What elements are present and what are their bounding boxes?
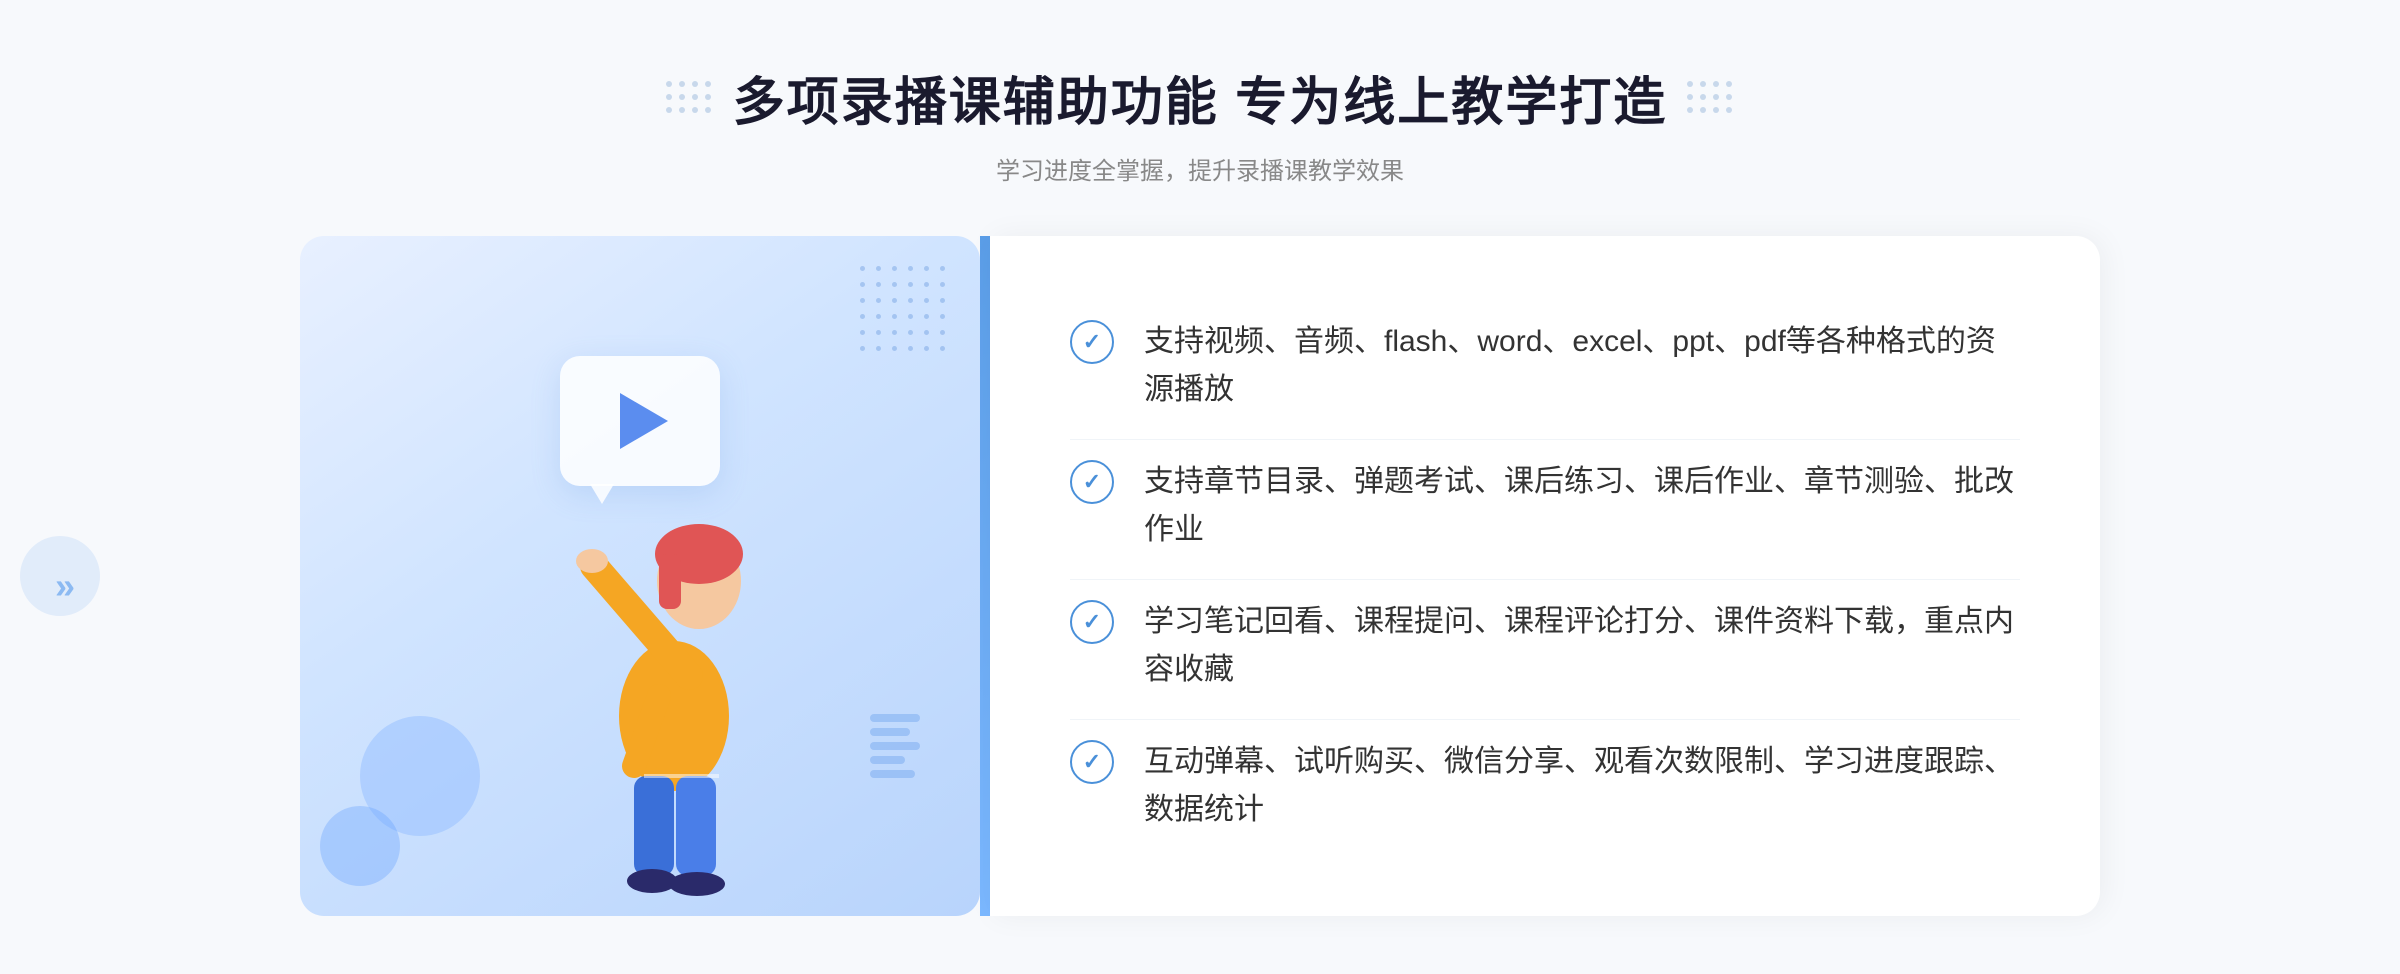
check-icon-1: ✓ — [1070, 320, 1114, 364]
feature-text-4: 互动弹幕、试听购买、微信分享、观看次数限制、学习进度跟踪、数据统计 — [1144, 738, 2020, 834]
feature-item-4: ✓ 互动弹幕、试听购买、微信分享、观看次数限制、学习进度跟踪、数据统计 — [1070, 719, 2020, 852]
title-deco-left — [666, 81, 713, 115]
feature-text-1: 支持视频、音频、flash、word、excel、ppt、pdf等各种格式的资源… — [1144, 318, 2020, 414]
feature-text-3: 学习笔记回看、课程提问、课程评论打分、课件资料下载，重点内容收藏 — [1144, 598, 2020, 694]
check-icon-3: ✓ — [1070, 600, 1114, 644]
figure-illustration — [504, 436, 844, 916]
feature-item-2: ✓ 支持章节目录、弹题考试、课后练习、课后作业、章节测验、批改作业 — [1070, 439, 2020, 572]
header-section: 多项录播课辅助功能 专为线上教学打造 学习进度全掌握，提升录播课教学效果 — [666, 60, 1734, 186]
features-card: ✓ 支持视频、音频、flash、word、excel、ppt、pdf等各种格式的… — [990, 236, 2100, 916]
feature-item-1: ✓ 支持视频、音频、flash、word、excel、ppt、pdf等各种格式的… — [1070, 300, 2020, 432]
check-icon-4: ✓ — [1070, 740, 1114, 784]
feature-text-2: 支持章节目录、弹题考试、课后练习、课后作业、章节测验、批改作业 — [1144, 458, 2020, 554]
main-content: ✓ 支持视频、音频、flash、word、excel、ppt、pdf等各种格式的… — [300, 236, 2100, 916]
lines-deco — [870, 696, 920, 796]
page-subtitle: 学习进度全掌握，提升录播课教学效果 — [666, 151, 1734, 186]
title-row: 多项录播课辅助功能 专为线上教学打造 — [666, 60, 1734, 135]
circle-deco-2 — [320, 806, 400, 886]
check-icon-2: ✓ — [1070, 460, 1114, 504]
card-dots-decoration — [860, 266, 950, 356]
chevron-left-page-icon: » — [55, 565, 75, 607]
feature-item-3: ✓ 学习笔记回看、课程提问、课程评论打分、课件资料下载，重点内容收藏 — [1070, 579, 2020, 712]
page-title: 多项录播课辅助功能 专为线上教学打造 — [733, 60, 1667, 135]
illustration-card — [300, 236, 980, 916]
title-deco-right — [1687, 81, 1734, 115]
page-container: » 多项录播课辅助功能 专为线上教学打造 学习进度全掌握，提升录播课教学效果 — [0, 0, 2400, 974]
accent-bar — [980, 236, 990, 916]
